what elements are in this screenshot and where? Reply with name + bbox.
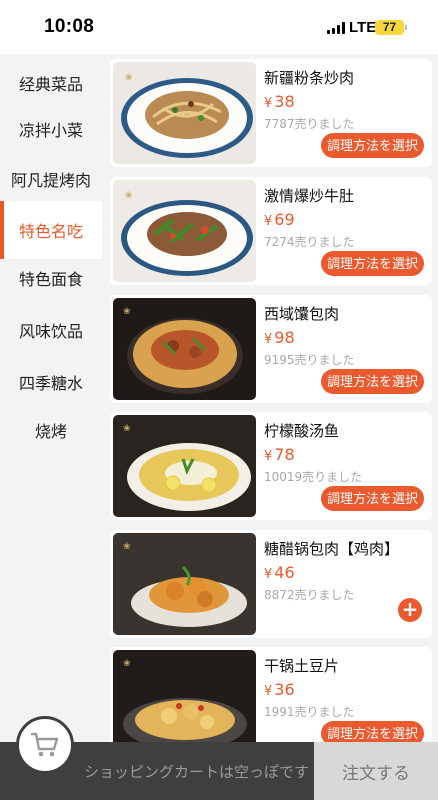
choose-cooking-method-button[interactable]: 調理方法を選択 [320, 251, 424, 276]
price-value: 46 [274, 563, 295, 582]
svg-text:❀: ❀ [125, 73, 133, 83]
product-image[interactable]: ❀ [113, 650, 256, 744]
choose-cooking-method-button[interactable]: 調理方法を選択 [320, 133, 424, 158]
category-item[interactable]: 阿凡提烤肉 [0, 150, 102, 208]
category-item[interactable]: 特色面食 [0, 249, 102, 307]
status-time: 10:08 [44, 16, 95, 37]
currency-symbol: ¥ [264, 332, 273, 347]
sold-count: 10019売りました [264, 470, 363, 484]
add-to-cart-button[interactable]: + [398, 598, 422, 622]
cart-button[interactable] [16, 716, 74, 774]
svg-text:❀: ❀ [123, 307, 131, 317]
cart-empty-text: ショッピングカートは空っぽです [84, 763, 310, 781]
product-card[interactable]: ❀ 激情爆炒牛肚 ¥69 7274売りました 調理方法を選択 [110, 177, 432, 285]
svg-text:❀: ❀ [123, 542, 131, 552]
product-price: ¥98 [264, 328, 295, 347]
choose-cooking-method-button[interactable]: 調理方法を選択 [320, 369, 424, 394]
sold-count: 8872売りました [264, 588, 355, 602]
choose-cooking-method-button[interactable]: 調理方法を選択 [320, 721, 424, 744]
network-type: LTE [349, 19, 377, 36]
product-image[interactable]: ❀ [113, 533, 256, 635]
status-bar: 10:08 LTE 77 [0, 0, 438, 54]
sold-count: 7274売りました [264, 235, 355, 249]
currency-symbol: ¥ [264, 684, 273, 699]
battery-icon: 77 [375, 20, 404, 35]
product-price: ¥78 [264, 445, 295, 464]
category-sidebar: 经典菜品 凉拌小菜 阿凡提烤肉 特色名吃 特色面食 风味饮品 四季糖水 烧烤 [0, 54, 102, 744]
product-name: 西域馕包肉 [264, 305, 340, 323]
product-image[interactable]: ❀ [113, 180, 256, 282]
product-image[interactable]: ❀ [113, 298, 256, 400]
svg-text:❀: ❀ [123, 659, 131, 669]
product-name: 柠檬酸汤鱼 [264, 422, 340, 440]
sold-count: 7787売りました [264, 117, 355, 131]
svg-text:❀: ❀ [123, 424, 131, 434]
product-card[interactable]: ❀ 糖醋锅包肉【鸡肉】 ¥46 8872売りました + [110, 530, 432, 638]
checkout-button[interactable]: 注文する [314, 742, 438, 800]
currency-symbol: ¥ [264, 449, 273, 464]
sold-count: 9195売りました [264, 353, 355, 367]
price-value: 38 [274, 92, 295, 111]
battery-tip [405, 25, 407, 30]
choose-cooking-method-button[interactable]: 調理方法を選択 [320, 486, 424, 511]
product-price: ¥69 [264, 210, 295, 229]
sold-count: 1991売りました [264, 705, 355, 719]
product-card[interactable]: ❀ 西域馕包肉 ¥98 9195売りました 調理方法を選択 [110, 295, 432, 403]
product-card[interactable]: ❀ 柠檬酸汤鱼 ¥78 10019売りました 調理方法を選択 [110, 412, 432, 520]
currency-symbol: ¥ [264, 96, 273, 111]
product-price: ¥38 [264, 92, 295, 111]
price-value: 69 [274, 210, 295, 229]
product-name: 激情爆炒牛肚 [264, 187, 355, 205]
product-card[interactable]: ❀ 新疆粉条炒肉 ¥38 7787売りました 調理方法を選択 [110, 59, 432, 167]
product-price: ¥46 [264, 563, 295, 582]
product-name: 新疆粉条炒肉 [264, 69, 355, 87]
product-name: 干锅土豆片 [264, 657, 340, 675]
product-name: 糖醋锅包肉【鸡肉】 [264, 540, 400, 558]
shopping-cart-icon [30, 732, 59, 757]
category-item[interactable]: 风味饮品 [0, 301, 102, 359]
product-image[interactable]: ❀ [113, 415, 256, 517]
signal-icon [327, 22, 345, 34]
product-image[interactable]: ❀ [113, 62, 256, 164]
currency-symbol: ¥ [264, 567, 273, 582]
product-card[interactable]: ❀ 干锅土豆片 ¥36 1991売りました 調理方法を選択 [110, 647, 432, 744]
currency-symbol: ¥ [264, 214, 273, 229]
price-value: 78 [274, 445, 295, 464]
svg-text:❀: ❀ [125, 191, 133, 201]
price-value: 36 [274, 680, 295, 699]
price-value: 98 [274, 328, 295, 347]
product-list[interactable]: ❀ 新疆粉条炒肉 ¥38 7787売りました 調理方法を選択 ❀ 激情爆炒牛肚 … [104, 54, 438, 744]
category-item[interactable]: 烧烤 [0, 401, 102, 459]
product-price: ¥36 [264, 680, 295, 699]
